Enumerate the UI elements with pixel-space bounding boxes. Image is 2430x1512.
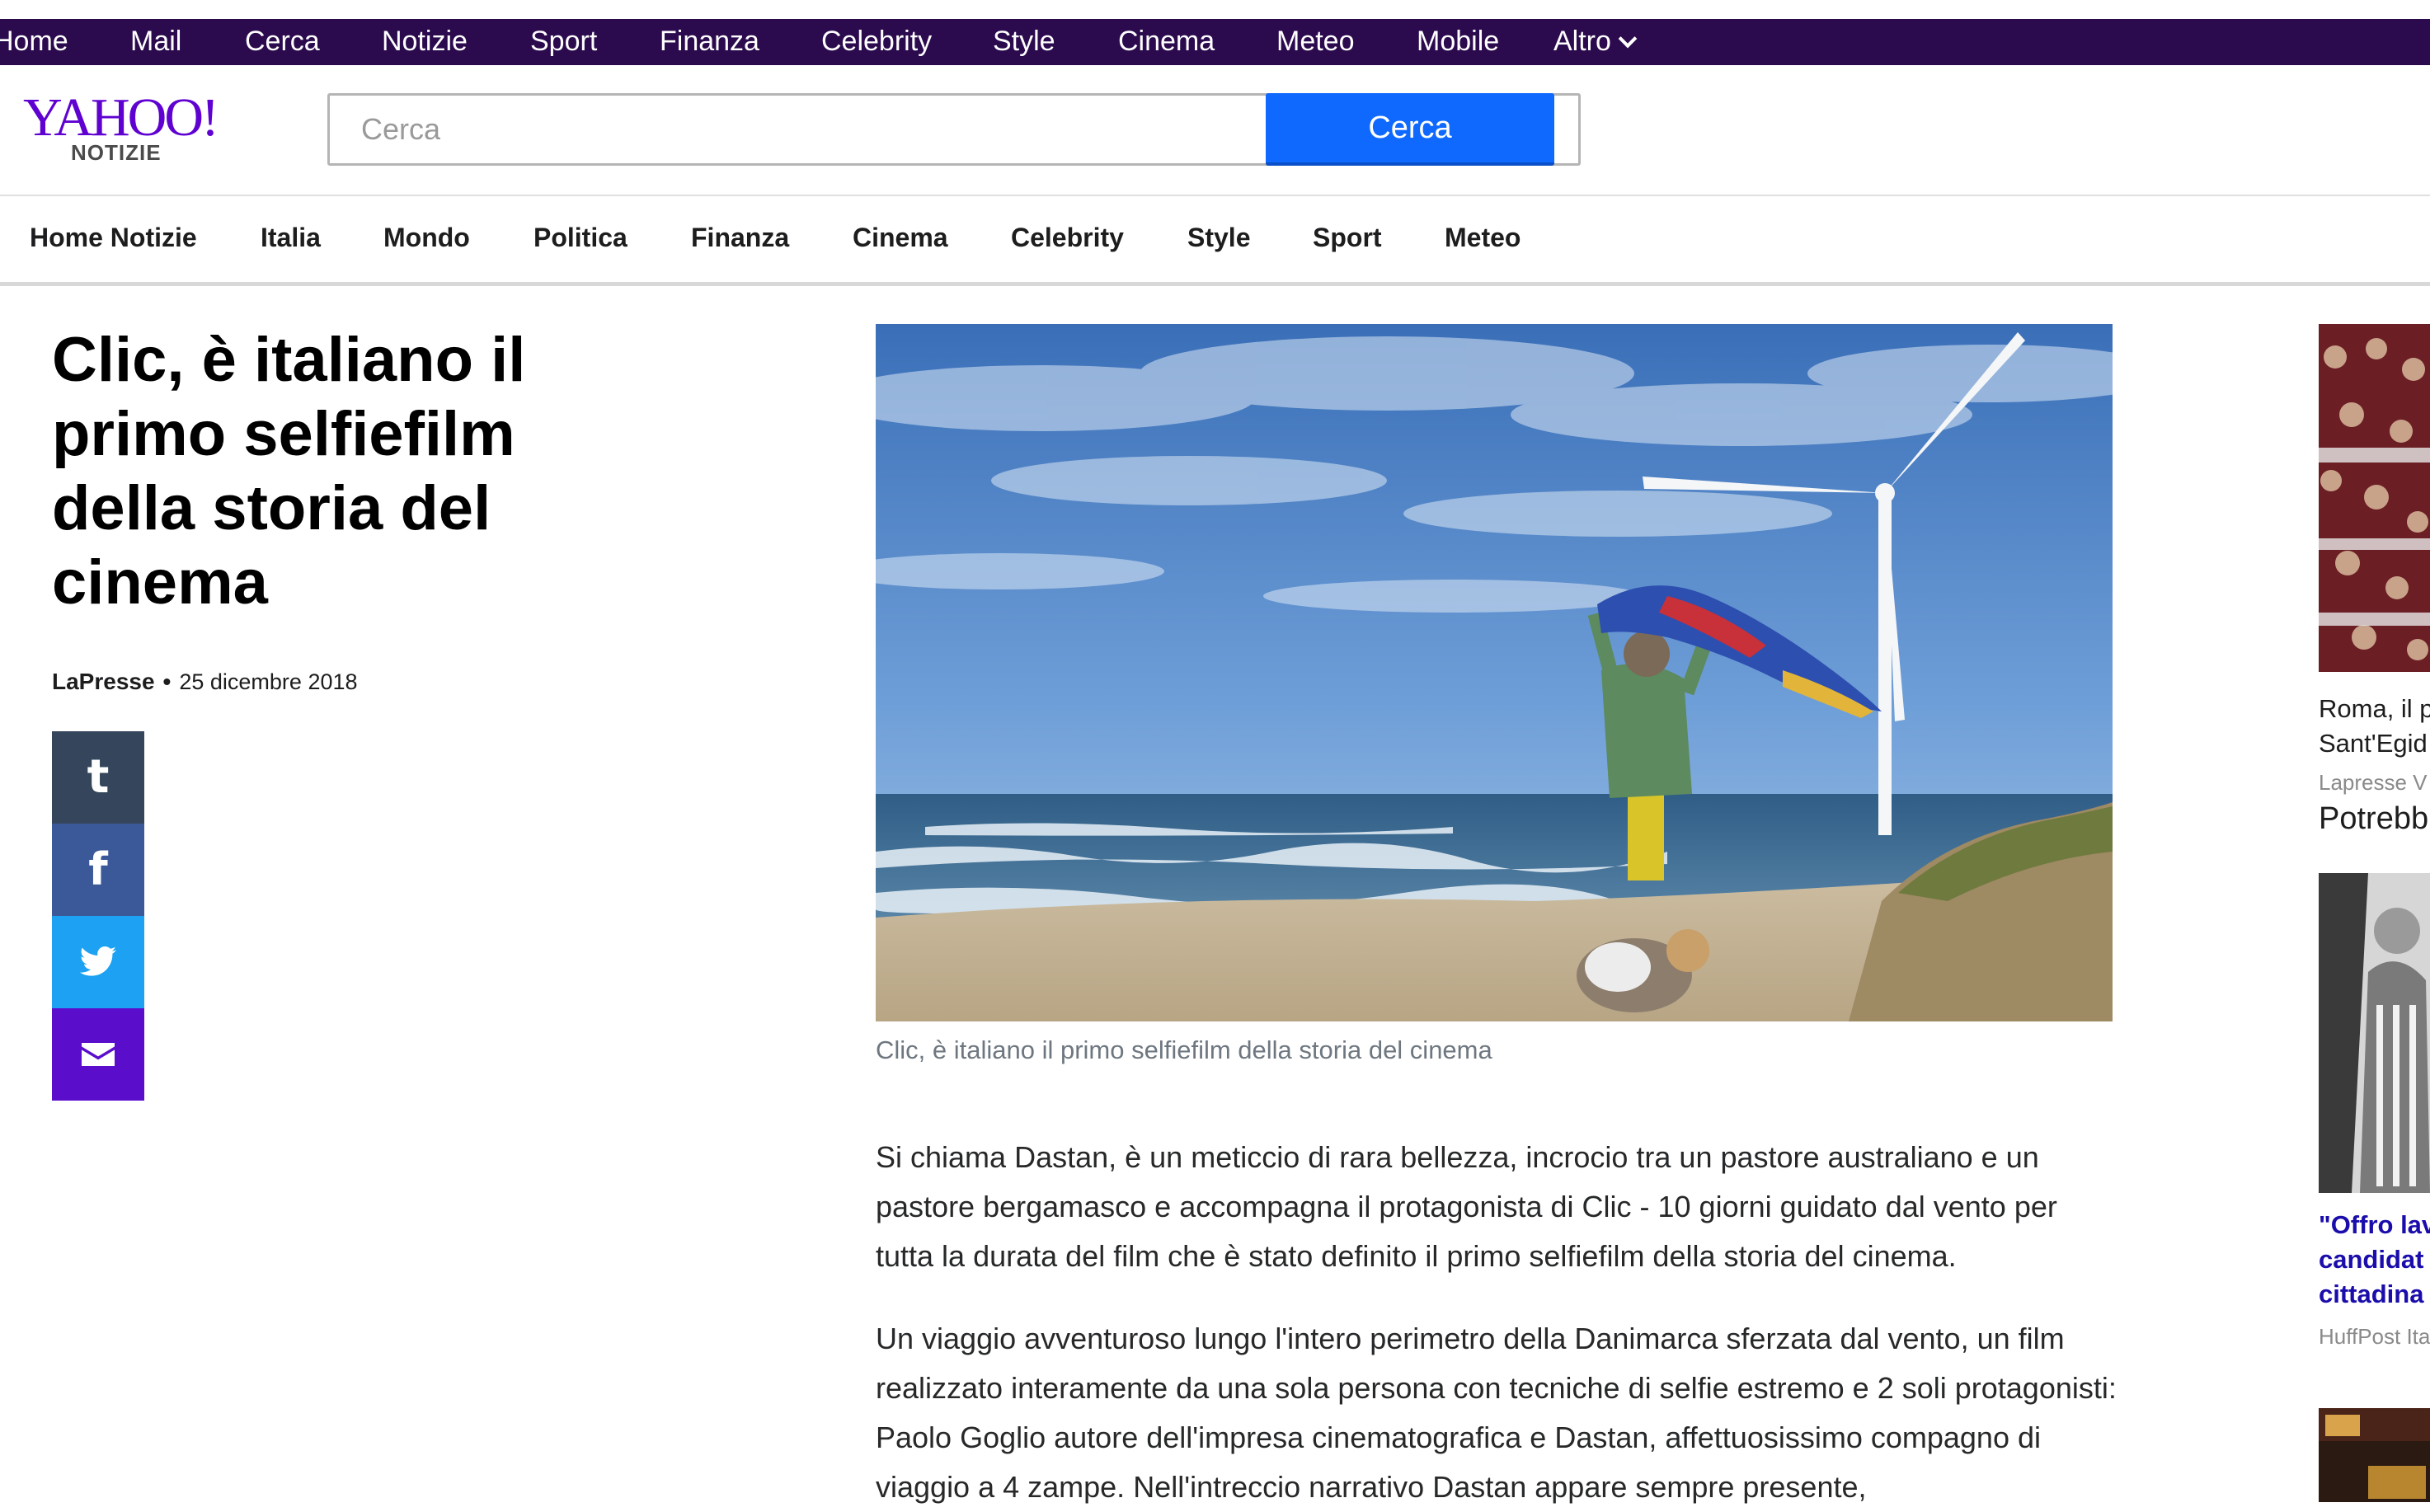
facebook-icon: f bbox=[88, 843, 108, 895]
topnav-sport[interactable]: Sport bbox=[530, 26, 597, 58]
topnav-style[interactable]: Style bbox=[993, 26, 1055, 58]
topnav-finanza[interactable]: Finanza bbox=[660, 26, 759, 58]
article-byline: LaPresse • 25 dicembre 2018 bbox=[52, 669, 358, 695]
secnav-meteo[interactable]: Meteo bbox=[1445, 223, 1521, 253]
crowd-photo-illustration bbox=[2319, 324, 2430, 672]
chevron-down-icon bbox=[1618, 29, 1638, 49]
image-caption: Clic, è italiano il primo selfiefilm del… bbox=[876, 1035, 1492, 1064]
rail-item1-source: Lapresse V bbox=[2319, 770, 2428, 795]
topnav-mail[interactable]: Mail bbox=[130, 26, 181, 58]
share-email-button[interactable] bbox=[52, 1008, 144, 1101]
topnav-altro-label: Altro bbox=[1553, 26, 1611, 57]
article-title: Clic, è italiano il primo selfiefilm del… bbox=[52, 325, 526, 617]
secnav-politica[interactable]: Politica bbox=[533, 223, 627, 253]
article-hero-image[interactable] bbox=[876, 324, 2113, 1021]
topnav-altro[interactable]: Altro bbox=[1553, 26, 1638, 58]
beach-wind-turbine-illustration bbox=[876, 324, 2113, 1021]
topnav-meteo[interactable]: Meteo bbox=[1276, 26, 1355, 58]
yahoo-notizie-logo[interactable]: YAHOO! NOTIZIE bbox=[23, 87, 221, 166]
top-navigation-bar: Home Mail Cerca Notizie Sport Finanza Ce… bbox=[0, 19, 2430, 65]
rail-item2-headline-line2[interactable]: candidat bbox=[2319, 1245, 2423, 1275]
rail-item1-headline-line1[interactable]: Roma, il p bbox=[2319, 694, 2430, 724]
secnav-home-notizie[interactable]: Home Notizie bbox=[30, 223, 197, 253]
rail-thumbnail-bw[interactable] bbox=[2319, 873, 2430, 1193]
rail-thumbnail-crowd[interactable] bbox=[2319, 324, 2430, 672]
rail-item2-source: HuffPost Ita bbox=[2319, 1324, 2430, 1349]
article-source[interactable]: LaPresse bbox=[52, 669, 155, 694]
topnav-notizie[interactable]: Notizie bbox=[382, 26, 468, 58]
topnav-home[interactable]: Home bbox=[0, 26, 68, 58]
tumblr-icon: t bbox=[87, 750, 110, 804]
secnav-style[interactable]: Style bbox=[1187, 223, 1250, 253]
secnav-cinema[interactable]: Cinema bbox=[853, 223, 948, 253]
section-nav-divider bbox=[0, 282, 2430, 286]
logo-wordmark: YAHOO! bbox=[23, 87, 219, 148]
share-tumblr-button[interactable]: t bbox=[52, 731, 144, 824]
topnav-celebrity[interactable]: Celebrity bbox=[821, 26, 932, 58]
secnav-finanza[interactable]: Finanza bbox=[691, 223, 789, 253]
topnav-cerca[interactable]: Cerca bbox=[245, 26, 320, 58]
rail-section-heading: Potrebb bbox=[2319, 801, 2429, 836]
secnav-italia[interactable]: Italia bbox=[261, 223, 321, 253]
secnav-sport[interactable]: Sport bbox=[1313, 223, 1382, 253]
article-paragraph: Si chiama Dastan, è un meticcio di rara … bbox=[876, 1140, 2057, 1273]
header-divider bbox=[0, 195, 2430, 196]
rail-item2-headline-line1[interactable]: "Offro lav bbox=[2319, 1210, 2430, 1240]
article-paragraph: Un viaggio avventuroso lungo l'intero pe… bbox=[876, 1322, 2117, 1504]
article-date: 25 dicembre 2018 bbox=[179, 669, 358, 694]
topnav-cinema[interactable]: Cinema bbox=[1118, 26, 1215, 58]
topnav-mobile[interactable]: Mobile bbox=[1417, 26, 1499, 58]
rail-thumbnail-3[interactable] bbox=[2319, 1408, 2430, 1502]
twitter-icon bbox=[80, 946, 116, 976]
secnav-celebrity[interactable]: Celebrity bbox=[1011, 223, 1124, 253]
secnav-mondo[interactable]: Mondo bbox=[383, 223, 470, 253]
poster-photo-illustration bbox=[2319, 1408, 2430, 1502]
logo-subtitle: NOTIZIE bbox=[71, 140, 162, 165]
share-twitter-button[interactable] bbox=[52, 916, 144, 1008]
share-facebook-button[interactable]: f bbox=[52, 824, 144, 916]
search-button[interactable]: Cerca bbox=[1266, 93, 1554, 166]
rail-item1-headline-line2[interactable]: Sant'Egid bbox=[2319, 729, 2428, 758]
rail-item2-headline-line3[interactable]: cittadina bbox=[2319, 1280, 2423, 1309]
email-icon bbox=[82, 1043, 115, 1066]
black-white-photo-illustration bbox=[2319, 873, 2430, 1193]
byline-separator: • bbox=[162, 669, 172, 694]
